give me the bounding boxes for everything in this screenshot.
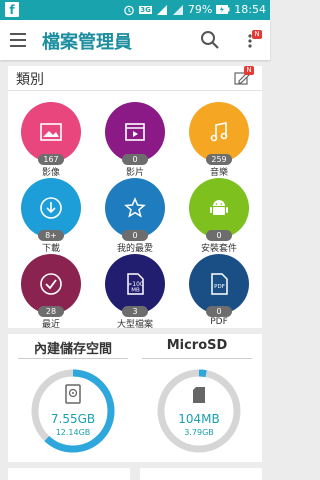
download-icon [40, 197, 62, 219]
overflow-menu-button[interactable]: N [246, 30, 262, 52]
category-label: PDF [210, 317, 228, 327]
category-count: 28 [38, 306, 64, 317]
category-circle [21, 102, 81, 162]
alarm-icon [124, 5, 135, 15]
category-count: 0 [206, 306, 232, 317]
category-label: 影像 [41, 168, 60, 178]
image-icon [40, 123, 62, 141]
bottom-card-left[interactable] [8, 468, 130, 480]
sd-used: 104MB [178, 412, 220, 426]
category-label: 下載 [41, 244, 60, 254]
category-circle [21, 178, 81, 238]
category-count: 167 [38, 154, 64, 165]
category-circle [189, 178, 249, 238]
category-label: 影片 [125, 168, 144, 178]
sd-storage-ring[interactable]: 104MB 3.79GB [154, 366, 244, 456]
category-count: 3 [122, 306, 148, 317]
recent-icon [40, 273, 62, 295]
signal-icon [156, 4, 167, 15]
sd-total: 3.79GB [184, 428, 214, 437]
category-count: 8+ [38, 230, 64, 241]
category-circle: PDF [189, 254, 249, 314]
pdf-icon: PDF [211, 273, 228, 295]
network-type: 3G [139, 5, 152, 14]
divider [142, 358, 252, 359]
storage-card: 內建儲存空間 MicroSD 7.55GB 12.14GB 104MB 3.79… [8, 334, 262, 462]
category-circle [105, 178, 165, 238]
menu-new-badge: N [252, 30, 262, 39]
storage-usage-ring [157, 369, 241, 453]
battery-percent: 79% [187, 3, 213, 16]
battery-icon [216, 5, 230, 14]
music-icon [210, 122, 228, 142]
category-label: 最近 [41, 320, 60, 330]
clock: 18:54 [234, 3, 266, 16]
status-icons: 3G 79% 18:54 [123, 3, 266, 16]
category-count: 0 [206, 230, 232, 241]
signal-2-icon [172, 4, 183, 15]
sd-card-title: MicroSD [166, 338, 228, 353]
category-label: 音樂 [209, 168, 228, 178]
category-count: 0 [122, 154, 148, 165]
category-circle [21, 254, 81, 314]
category-count: 0 [122, 230, 148, 241]
sd-card-icon [193, 387, 205, 403]
bottom-card-right[interactable] [140, 468, 262, 480]
storage-usage-ring [31, 369, 115, 453]
category-label: 我的最愛 [116, 244, 153, 254]
category-circle [105, 102, 165, 162]
facebook-notification-icon: f [5, 2, 19, 17]
internal-storage-ring[interactable]: 7.55GB 12.14GB [28, 366, 118, 456]
categories-title: 類別 [16, 72, 44, 88]
star-icon [124, 197, 146, 218]
large-file-icon: >100 MB [127, 273, 144, 295]
phone-storage-icon [65, 384, 81, 404]
video-icon [125, 123, 145, 141]
hamburger-menu-icon[interactable] [10, 33, 26, 47]
category-count: 259 [206, 154, 232, 165]
app-title: 檔案管理員 [42, 32, 132, 53]
category-label: 安裝套件 [200, 244, 237, 254]
divider [18, 358, 128, 359]
internal-used: 7.55GB [50, 412, 96, 426]
category-label: 大型檔案 [116, 320, 153, 330]
android-icon [210, 200, 228, 215]
category-circle: >100 MB [105, 254, 165, 314]
svg-text:PDF: PDF [214, 284, 225, 290]
search-icon[interactable] [200, 30, 220, 50]
svg-text:MB: MB [131, 288, 140, 294]
categories-card: 類別 N 167 影像 0 影片 259 音樂 8+ 下載 0 我的最愛 0 安… [8, 66, 262, 330]
internal-total: 12.14GB [55, 428, 91, 437]
internal-storage-title: 內建儲存空間 [33, 342, 112, 357]
edit-new-badge: N [244, 66, 254, 75]
categories-header: 類別 N [8, 66, 262, 91]
category-circle [189, 102, 249, 162]
app-bar: 檔案管理員 N [0, 20, 270, 60]
status-bar: f 3G 79% 18:54 [0, 0, 270, 20]
